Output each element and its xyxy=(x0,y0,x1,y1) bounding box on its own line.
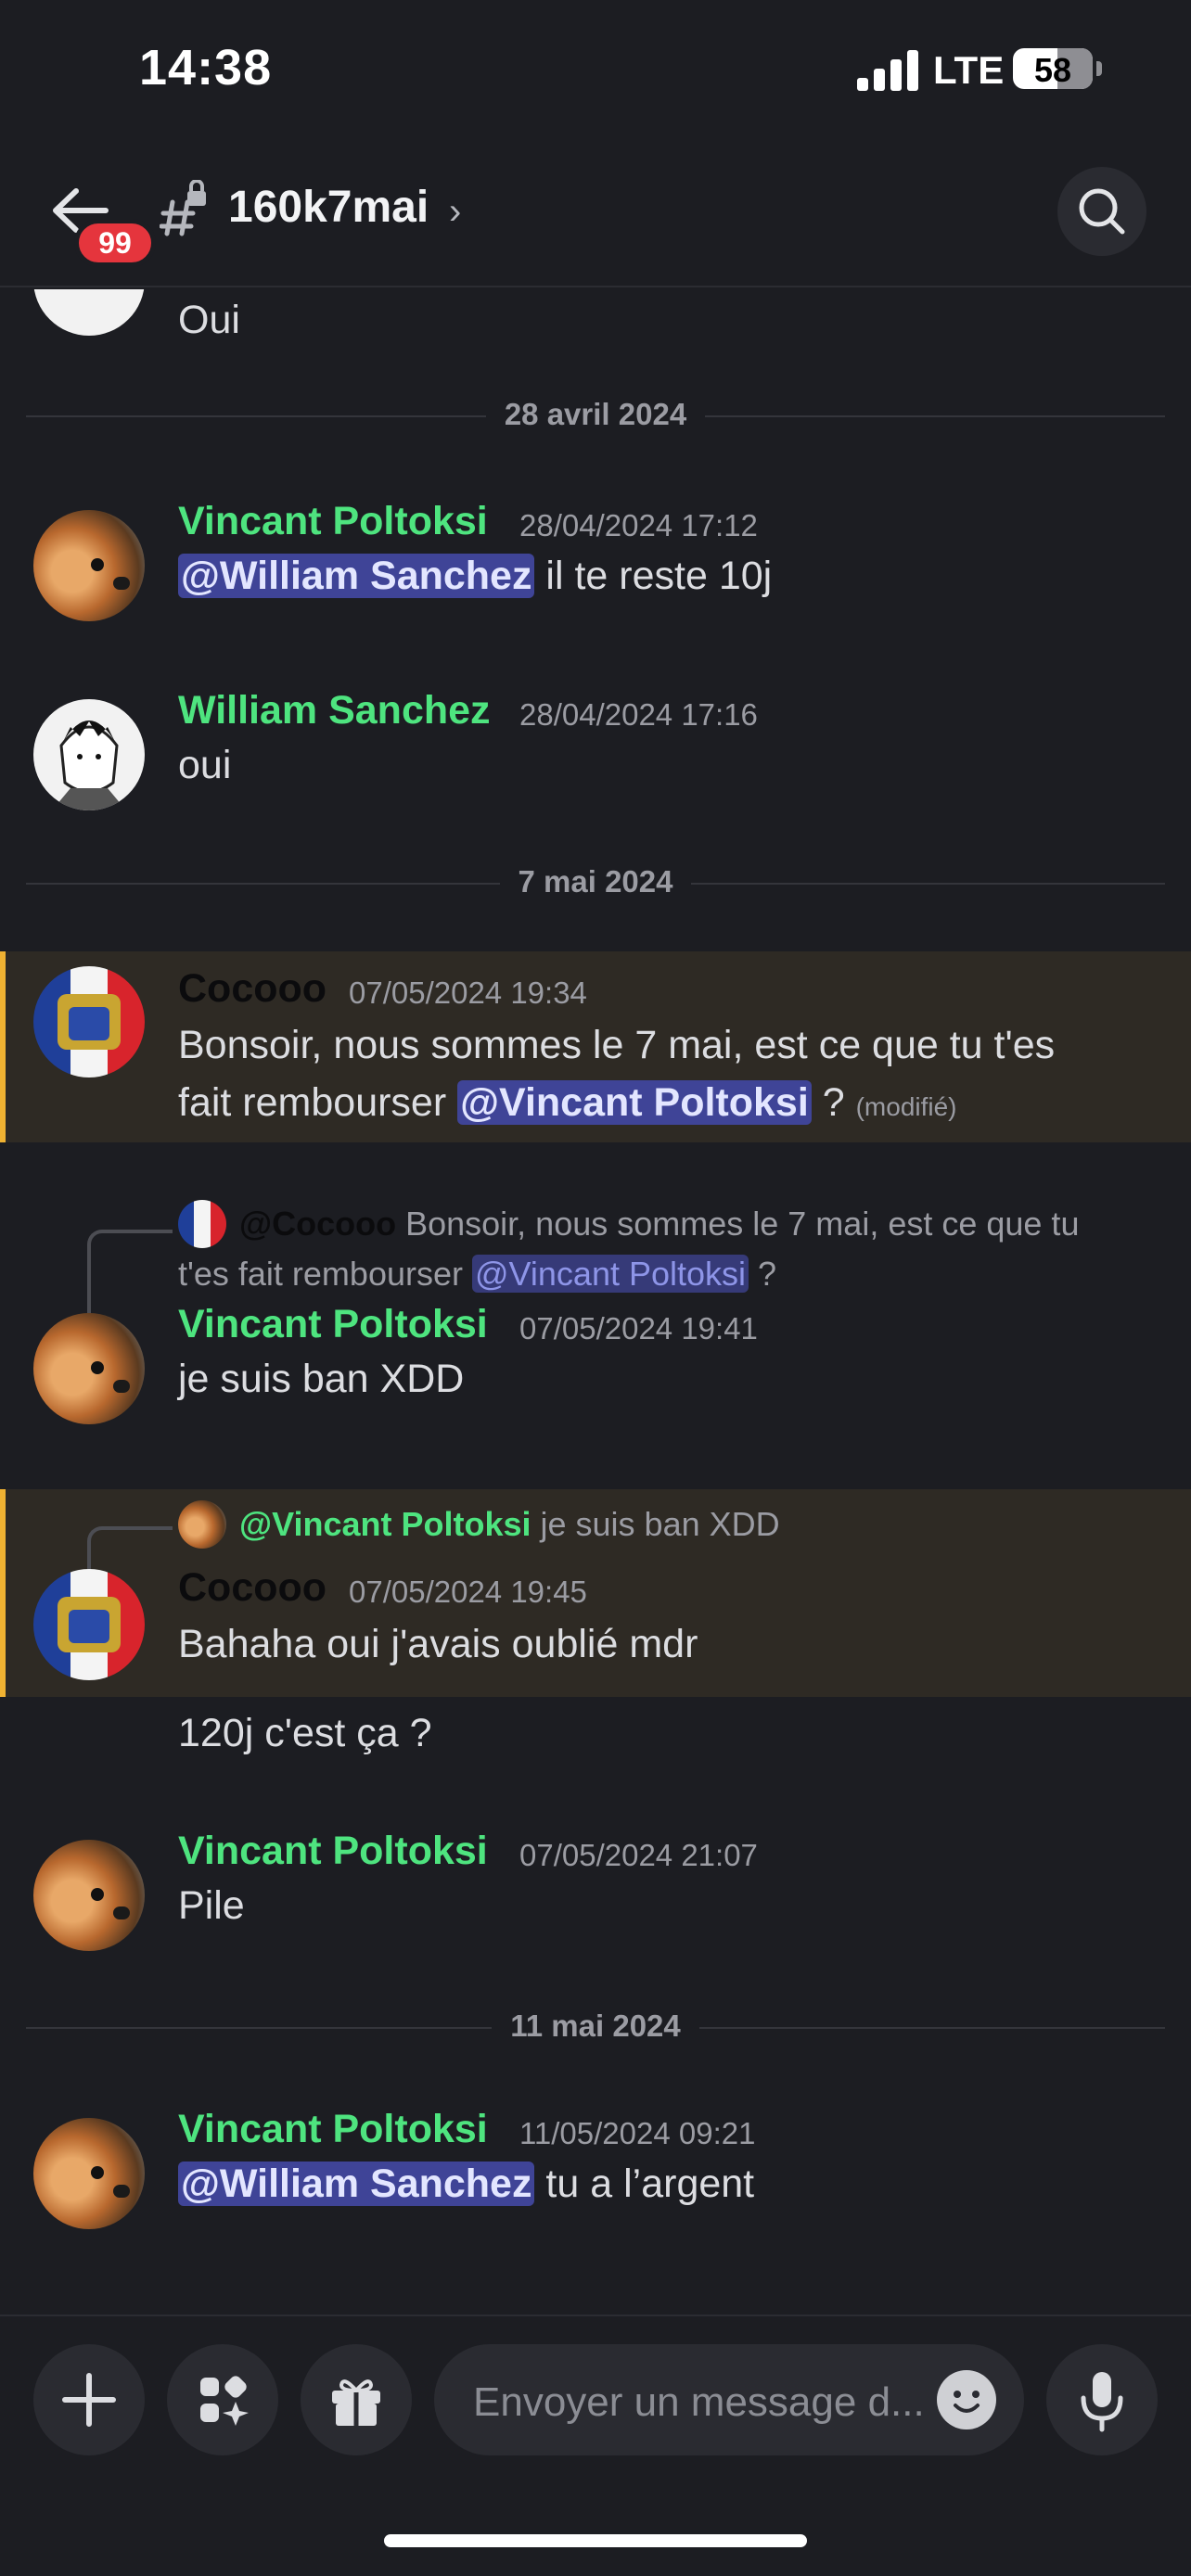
message-author[interactable]: Cocooo xyxy=(178,1565,327,1611)
message-text: Pile xyxy=(178,1883,245,1928)
date-divider: 7 mai 2024 xyxy=(0,864,1191,899)
channel-hash-lock-icon xyxy=(160,180,206,236)
status-bar: 14:38 LTE 58 xyxy=(0,0,1191,139)
status-time: 14:38 xyxy=(139,40,273,96)
avatar[interactable] xyxy=(33,1840,145,1951)
avatar[interactable] xyxy=(33,699,145,810)
message-row: William Sanchez 28/04/2024 17:16 oui xyxy=(0,688,1191,827)
avatar[interactable] xyxy=(33,510,145,621)
date-divider: 11 mai 2024 xyxy=(0,2009,1191,2044)
reply-avatar xyxy=(178,1500,226,1549)
message-text-line2: fait rembourser @Vincant Poltoksi ? (mod… xyxy=(178,1080,957,1125)
user-mention[interactable]: @Vincant Poltoksi xyxy=(457,1080,812,1125)
message-author[interactable]: Vincant Poltoksi xyxy=(178,1829,488,1874)
avatar[interactable] xyxy=(33,966,145,1078)
edited-label: (modifié) xyxy=(855,1092,957,1121)
message-timestamp: 07/05/2024 19:34 xyxy=(349,976,587,1010)
unread-badge: 99 xyxy=(74,219,156,267)
battery-level: 58 xyxy=(1033,51,1072,89)
message-timestamp: 07/05/2024 21:07 xyxy=(519,1838,758,1872)
date-divider: 28 avril 2024 xyxy=(0,397,1191,432)
gift-icon xyxy=(332,2379,380,2426)
emoji-icon[interactable] xyxy=(937,2370,996,2429)
user-mention[interactable]: @William Sanchez xyxy=(178,2162,535,2206)
voice-message-button[interactable] xyxy=(1046,2344,1158,2455)
message-text: Oui xyxy=(178,298,240,342)
reply-preview[interactable]: @Vincant Poltoksi je suis ban XDD xyxy=(239,1500,780,1549)
apps-icon xyxy=(200,2376,249,2426)
message-timestamp: 28/04/2024 17:16 xyxy=(519,697,758,732)
message-row: @Cocooo Bonsoir, nous sommes le 7 mai, e… xyxy=(0,1189,1191,1430)
channel-name[interactable]: 160k7mai xyxy=(228,182,429,233)
gift-button[interactable] xyxy=(301,2344,412,2455)
avatar[interactable] xyxy=(33,1569,145,1680)
apps-button[interactable] xyxy=(167,2344,278,2455)
message-input-placeholder: Envoyer un message d... xyxy=(473,2379,925,2425)
message-author[interactable]: Vincant Poltoksi xyxy=(178,1302,488,1347)
message-timestamp: 07/05/2024 19:41 xyxy=(519,1311,758,1345)
battery-icon: 58 xyxy=(1013,48,1093,89)
chevron-right-icon[interactable]: › xyxy=(449,191,461,233)
reply-connector xyxy=(87,1526,173,1573)
add-attachment-button[interactable] xyxy=(33,2344,145,2455)
avatar[interactable] xyxy=(33,2118,145,2229)
search-icon xyxy=(1079,188,1125,235)
message-text-followup: 120j c'est ça ? xyxy=(178,1711,432,1755)
message-text: Bonsoir, nous sommes le 7 mai, est ce qu… xyxy=(178,1023,1056,1067)
microphone-icon xyxy=(1081,2372,1123,2432)
avatar[interactable] xyxy=(33,289,145,336)
message-text: @William Sanchez il te reste 10j xyxy=(178,547,772,605)
channel-header: 99 160k7mai › xyxy=(0,139,1191,287)
message-author[interactable]: Vincant Poltoksi xyxy=(178,2107,488,2152)
message-text: je suis ban XDD xyxy=(178,1357,465,1401)
user-mention[interactable]: @William Sanchez xyxy=(178,554,535,598)
message-text: oui xyxy=(178,743,232,787)
message-timestamp: 11/05/2024 09:21 xyxy=(519,2116,756,2150)
message-author[interactable]: Cocooo xyxy=(178,966,327,1012)
message-input[interactable]: Envoyer un message d... xyxy=(434,2344,1024,2455)
reply-preview-line2[interactable]: t'es fait rembourser @Vincant Poltoksi ? xyxy=(178,1250,776,1298)
message-row-highlighted: Cocooo 07/05/2024 19:34 Bonsoir, nous so… xyxy=(0,951,1191,1142)
network-label: LTE xyxy=(933,48,1005,92)
message-row: Vincant Poltoksi 28/04/2024 17:12 @Willi… xyxy=(0,499,1191,638)
home-indicator[interactable] xyxy=(384,2534,807,2547)
message-author[interactable]: Vincant Poltoksi xyxy=(178,499,488,544)
message-text: Bahaha oui j'avais oublié mdr xyxy=(178,1622,698,1666)
message-feed[interactable]: Oui 28 avril 2024 Vincant Poltoksi 28/04… xyxy=(0,289,1191,2315)
signal-icon xyxy=(857,48,920,91)
reply-avatar xyxy=(178,1200,226,1248)
reply-connector xyxy=(87,1230,173,1319)
reply-preview[interactable]: @Cocooo Bonsoir, nous sommes le 7 mai, e… xyxy=(239,1200,1079,1248)
message-text: @William Sanchez tu a l’argent xyxy=(178,2155,754,2213)
battery-tip xyxy=(1096,61,1102,76)
plus-icon xyxy=(62,2373,116,2427)
message-timestamp: 07/05/2024 19:45 xyxy=(349,1575,587,1609)
message-row-highlighted: @Vincant Poltoksi je suis ban XDD Cocooo… xyxy=(0,1489,1191,1697)
message-author[interactable]: William Sanchez xyxy=(178,688,491,733)
avatar[interactable] xyxy=(33,1313,145,1424)
message-timestamp: 28/04/2024 17:12 xyxy=(519,508,758,542)
message-row: Vincant Poltoksi 07/05/2024 21:07 Pile xyxy=(0,1829,1191,1968)
message-row: Vincant Poltoksi 11/05/2024 09:21 @Willi… xyxy=(0,2107,1191,2246)
search-button[interactable] xyxy=(1057,167,1146,256)
message-row: Oui xyxy=(0,289,1191,342)
